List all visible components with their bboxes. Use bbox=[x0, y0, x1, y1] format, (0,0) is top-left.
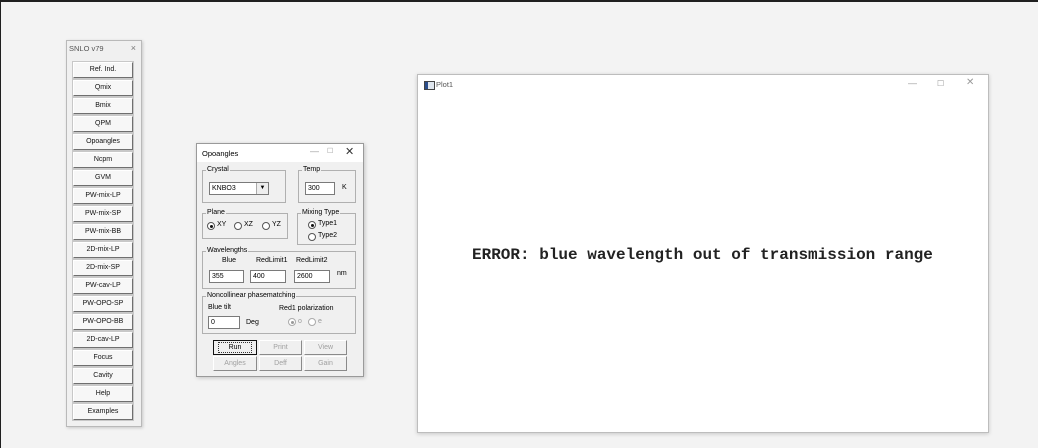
view-button[interactable]: View bbox=[304, 340, 347, 355]
blue-tilt-label: Blue tilt bbox=[208, 304, 231, 311]
type2-radio[interactable] bbox=[308, 233, 316, 241]
error-message: ERROR: blue wavelength out of transmissi… bbox=[472, 246, 933, 264]
plane-xy-radio[interactable] bbox=[207, 222, 215, 230]
redlimit2-input[interactable]: 2600 bbox=[294, 270, 330, 283]
plot1-window-title: Plot1 bbox=[436, 80, 454, 89]
plane-xz-radio[interactable] bbox=[234, 222, 242, 230]
mixing-type-group bbox=[297, 213, 356, 245]
type2-label: Type2 bbox=[318, 232, 338, 239]
opoangles-window-title: Opoangles bbox=[202, 149, 239, 158]
plane-yz-label: YZ bbox=[272, 221, 281, 228]
minimize-icon[interactable]: — bbox=[908, 78, 917, 88]
type1-label: Type1 bbox=[318, 220, 338, 227]
gain-button[interactable]: Gain bbox=[304, 356, 347, 371]
red1-polarization-label: Red1 polarization bbox=[279, 305, 334, 312]
window-frame-top bbox=[0, 0, 1038, 2]
wavelengths-label: Wavelengths bbox=[206, 247, 249, 254]
opoangles-button[interactable]: Opoangles bbox=[72, 133, 134, 151]
type1-radio[interactable] bbox=[308, 221, 316, 229]
polarization-e-label: e bbox=[318, 318, 322, 325]
minimize-icon[interactable]: — bbox=[310, 146, 319, 156]
pw-opo-bb-button[interactable]: PW-OPO-BB bbox=[72, 313, 134, 331]
plane-xz-label: XZ bbox=[244, 221, 253, 228]
maximize-icon[interactable]: ☐ bbox=[937, 79, 944, 88]
noncollinear-label: Noncollinear phasematching bbox=[206, 292, 297, 299]
temp-input[interactable]: 300 bbox=[305, 182, 335, 195]
gvm-button[interactable]: GVM bbox=[72, 169, 134, 187]
crystal-value: KNBO3 bbox=[212, 185, 236, 192]
run-button[interactable]: Run bbox=[213, 340, 257, 355]
print-button[interactable]: Print bbox=[259, 340, 302, 355]
snlo-main-window: SNLO v79 × Ref. Ind. Qmix Bmix QPM Opoan… bbox=[66, 40, 142, 427]
qmix-button[interactable]: Qmix bbox=[72, 79, 134, 97]
help-button[interactable]: Help bbox=[72, 385, 134, 403]
snlo-window-title: SNLO v79 bbox=[69, 44, 104, 53]
focus-button[interactable]: Focus bbox=[72, 349, 134, 367]
pw-mix-sp-button[interactable]: PW-mix-SP bbox=[72, 205, 134, 223]
bmix-button[interactable]: Bmix bbox=[72, 97, 134, 115]
plot1-window: Plot1 — ☐ ✕ ERROR: blue wavelength out o… bbox=[417, 74, 989, 433]
pw-opo-sp-button[interactable]: PW-OPO-SP bbox=[72, 295, 134, 313]
redlimit1-input[interactable]: 400 bbox=[250, 270, 286, 283]
redlimit1-label: RedLimit1 bbox=[256, 257, 288, 264]
qpm-button[interactable]: QPM bbox=[72, 115, 134, 133]
blue-tilt-input[interactable]: 0 bbox=[208, 316, 240, 329]
plane-yz-radio[interactable] bbox=[262, 222, 270, 230]
blue-wavelength-input[interactable]: 355 bbox=[209, 270, 244, 283]
blue-label: Blue bbox=[222, 257, 237, 264]
dropdown-arrow-icon[interactable]: ▼ bbox=[256, 183, 268, 194]
plot-window-icon bbox=[424, 81, 435, 90]
ref-ind-button[interactable]: Ref. Ind. bbox=[72, 61, 134, 79]
mixing-type-label: Mixing Type bbox=[301, 209, 341, 216]
polarization-o-radio[interactable] bbox=[288, 318, 296, 326]
close-icon[interactable]: ✕ bbox=[966, 77, 974, 88]
close-icon[interactable]: ✕ bbox=[345, 145, 354, 158]
opoangles-window: Opoangles — ☐ ✕ Crystal KNBO3 ▼ Temp 300… bbox=[196, 143, 364, 377]
plane-label: Plane bbox=[206, 209, 226, 216]
deg-label: Deg bbox=[246, 319, 259, 326]
2d-mix-lp-button[interactable]: 2D-mix-LP bbox=[72, 241, 134, 259]
polarization-o-label: o bbox=[298, 318, 302, 325]
pw-mix-lp-button[interactable]: PW-mix-LP bbox=[72, 187, 134, 205]
angles-button[interactable]: Angles bbox=[213, 356, 257, 371]
deff-button[interactable]: Deff bbox=[259, 356, 302, 371]
pw-mix-bb-button[interactable]: PW-mix-BB bbox=[72, 223, 134, 241]
wavelength-unit: nm bbox=[337, 270, 347, 277]
opoangles-titlebar: Opoangles — ☐ ✕ bbox=[197, 144, 363, 162]
maximize-icon[interactable]: ☐ bbox=[327, 147, 333, 155]
crystal-label: Crystal bbox=[206, 166, 230, 173]
redlimit2-label: RedLimit2 bbox=[296, 257, 328, 264]
cavity-button[interactable]: Cavity bbox=[72, 367, 134, 385]
2d-mix-sp-button[interactable]: 2D-mix-SP bbox=[72, 259, 134, 277]
temp-unit: K bbox=[342, 184, 347, 191]
crystal-select[interactable]: KNBO3 ▼ bbox=[209, 182, 269, 195]
temp-label: Temp bbox=[302, 166, 322, 173]
pw-cav-lp-button[interactable]: PW-cav-LP bbox=[72, 277, 134, 295]
window-frame-left bbox=[0, 0, 1, 448]
run-button-label: Run bbox=[217, 342, 253, 353]
plane-xy-label: XY bbox=[217, 221, 227, 228]
polarization-e-radio[interactable] bbox=[308, 318, 316, 326]
examples-button[interactable]: Examples bbox=[72, 403, 134, 421]
2d-cav-lp-button[interactable]: 2D-cav-LP bbox=[72, 331, 134, 349]
snlo-close-icon[interactable]: × bbox=[131, 43, 136, 53]
ncpm-button[interactable]: Ncpm bbox=[72, 151, 134, 169]
